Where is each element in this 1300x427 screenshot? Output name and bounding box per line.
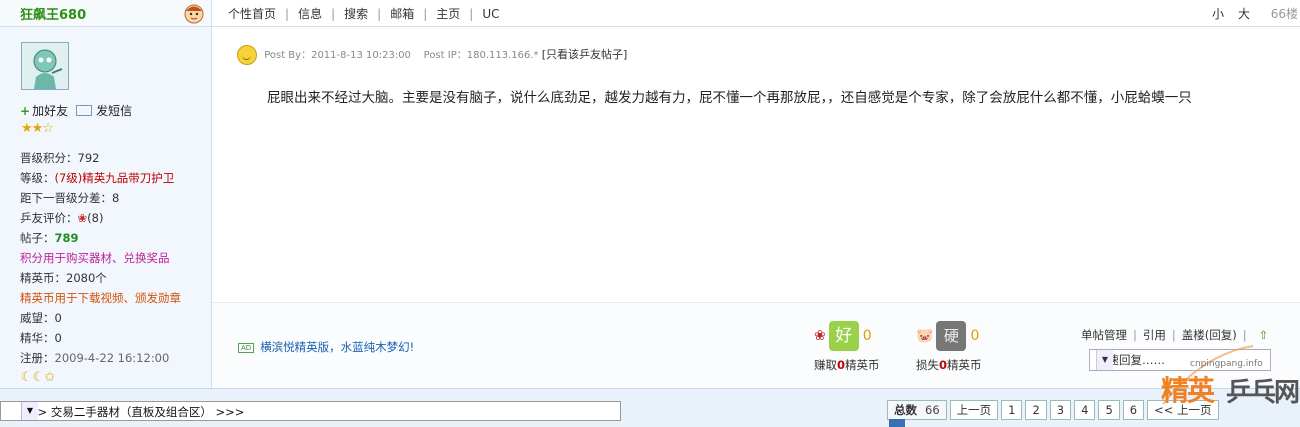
avatar[interactable] bbox=[21, 42, 69, 90]
font-size-switch: 小大 bbox=[1198, 5, 1250, 22]
stat-essence: 精华：0 bbox=[20, 331, 62, 345]
nav-info[interactable]: 信息 bbox=[298, 7, 322, 21]
font-large-link[interactable]: 大 bbox=[1238, 7, 1250, 21]
page-5[interactable]: 5 bbox=[1098, 400, 1120, 420]
coins-note-link[interactable]: 精英币用于下载视频、颁发勋章 bbox=[20, 288, 181, 308]
ad-tag: AD bbox=[238, 342, 255, 353]
add-friend-icon: + bbox=[20, 103, 31, 118]
nav-profile-home[interactable]: 个性首页 bbox=[228, 7, 276, 21]
rank-stars-icon: ★★☆ bbox=[21, 121, 54, 136]
stat-rating: 乒友评价：❀(8) bbox=[20, 211, 104, 225]
ad-banner: AD 横滨悦精英版，水蓝纯木梦幻! bbox=[238, 339, 414, 355]
good-button[interactable]: 好 bbox=[828, 321, 859, 351]
page-3[interactable]: 3 bbox=[1049, 400, 1072, 420]
username-link[interactable]: 狂飙王680 bbox=[20, 4, 86, 23]
stat-prestige: 威望：0 bbox=[20, 311, 62, 325]
chevron-down-icon: ▼ bbox=[1096, 350, 1113, 370]
rose-icon: ❀ bbox=[814, 328, 826, 344]
bottom-bar: ├>> 交易二手器材（直板及组合区） >>> ▼ 总数 66 上一页 1 2 3 4 5 6 << … bbox=[0, 388, 1300, 427]
watermark-logo-left: 精英 bbox=[1161, 374, 1215, 407]
lose-caption: 损失0精英币 bbox=[916, 358, 982, 372]
moon-badges-icon: ☾☾✩ bbox=[21, 370, 56, 385]
face-icon bbox=[184, 4, 204, 24]
send-message-link[interactable]: 发短信 bbox=[96, 102, 132, 119]
nav-separator: | bbox=[377, 7, 382, 21]
rose-icon: ❀ bbox=[77, 211, 88, 225]
user-actions: + 加好友 发短信 bbox=[20, 102, 132, 119]
pig-icon: 🐷 bbox=[916, 328, 934, 344]
stat-points: 晋级积分：792 bbox=[20, 151, 100, 165]
user-panel: 狂飙王680 + 加好友 发短信 ★★☆ 晋级积分：792 等级：(7级)精英九品带… bbox=[0, 0, 212, 388]
post-meta: Post By：2011-8-13 10:23:00 Post IP：180.1… bbox=[237, 45, 627, 65]
watermark-logo-right: 乒乓网 bbox=[1226, 378, 1300, 408]
site-watermark: cnpingpang.info 精英 乒乓网 bbox=[1143, 334, 1300, 426]
forum-jump-select[interactable]: ├>> 交易二手器材（直板及组合区） >>> ▼ bbox=[0, 401, 621, 421]
user-stats: 晋级积分：792 等级：(7级)精英九品带刀护卫 距下一晋级分差：8 乒友评价：… bbox=[20, 148, 181, 368]
stat-next-level: 距下一晋级分差：8 bbox=[20, 191, 120, 205]
nav-separator: | bbox=[331, 7, 336, 21]
user-panel-header: 狂飙王680 bbox=[0, 0, 211, 27]
prev-page-button[interactable]: 上一页 bbox=[949, 400, 999, 420]
user-nav: 个性首页 | 信息 | 搜索 | 邮箱 | 主页 | UC bbox=[228, 5, 499, 22]
add-friend-link[interactable]: 加好友 bbox=[32, 102, 68, 119]
nav-search[interactable]: 搜索 bbox=[344, 7, 368, 21]
only-author-link[interactable]: [只看该乒友帖子] bbox=[542, 48, 628, 61]
good-count: 0 bbox=[862, 328, 872, 344]
stat-level: 等级：(7级)精英九品带刀护卫 bbox=[20, 171, 175, 185]
watermark-url: cnpingpang.info bbox=[1190, 359, 1263, 369]
reward-bad: 🐷 硬 0 损失0精英币 bbox=[916, 321, 982, 372]
nav-mailbox[interactable]: 邮箱 bbox=[390, 7, 414, 21]
stat-register: 注册：2009-4-22 16:12:00 bbox=[20, 351, 170, 365]
post-footer: AD 横滨悦精英版，水蓝纯木梦幻! ❀ 好 0 赚取0精英币 🐷 硬 0 损失0精英币 单… bbox=[212, 302, 1300, 387]
post-ip: 180.113.166.* bbox=[466, 50, 539, 61]
stat-posts: 帖子：789 bbox=[20, 231, 79, 245]
nav-homepage[interactable]: 主页 bbox=[436, 7, 460, 21]
chevron-down-icon: ▼ bbox=[21, 402, 38, 420]
earn-caption: 赚取0精英币 bbox=[814, 358, 880, 372]
mail-icon bbox=[76, 105, 93, 116]
page-2[interactable]: 2 bbox=[1025, 400, 1047, 420]
post-time: 2011-8-13 10:23:00 bbox=[311, 50, 411, 61]
manage-post-link[interactable]: 单帖管理 bbox=[1081, 328, 1127, 342]
bad-button[interactable]: 硬 bbox=[936, 321, 967, 351]
reward-good: ❀ 好 0 赚取0精英币 bbox=[814, 321, 880, 372]
smiley-icon bbox=[237, 45, 257, 65]
stat-coins: 精英币：2080个 bbox=[20, 271, 107, 285]
nav-uc[interactable]: UC bbox=[482, 7, 499, 21]
nav-separator: | bbox=[423, 7, 428, 21]
total-count: 总数 66 bbox=[887, 400, 947, 420]
page-4[interactable]: 4 bbox=[1074, 400, 1096, 420]
page-6[interactable]: 6 bbox=[1122, 400, 1145, 420]
floor-number: 66楼 bbox=[1270, 7, 1298, 21]
points-note-link[interactable]: 积分用于购买器材、兑换奖品 bbox=[20, 248, 181, 268]
bad-count: 0 bbox=[970, 328, 980, 344]
page-1[interactable]: 1 bbox=[1001, 400, 1023, 420]
post-content: 屁眼出来不经过大脑。主要是没有脑子，说什么底劲足，越发力越有力，屁不懂一个再那放… bbox=[267, 90, 1192, 106]
font-small-link[interactable]: 小 bbox=[1212, 7, 1224, 21]
nav-separator: | bbox=[469, 7, 474, 21]
nav-separator: | bbox=[285, 7, 290, 21]
ad-link[interactable]: 横滨悦精英版，水蓝纯木梦幻! bbox=[260, 340, 414, 354]
post-toolbar: 个性首页 | 信息 | 搜索 | 邮箱 | 主页 | UC 小大 66楼 bbox=[212, 0, 1300, 27]
